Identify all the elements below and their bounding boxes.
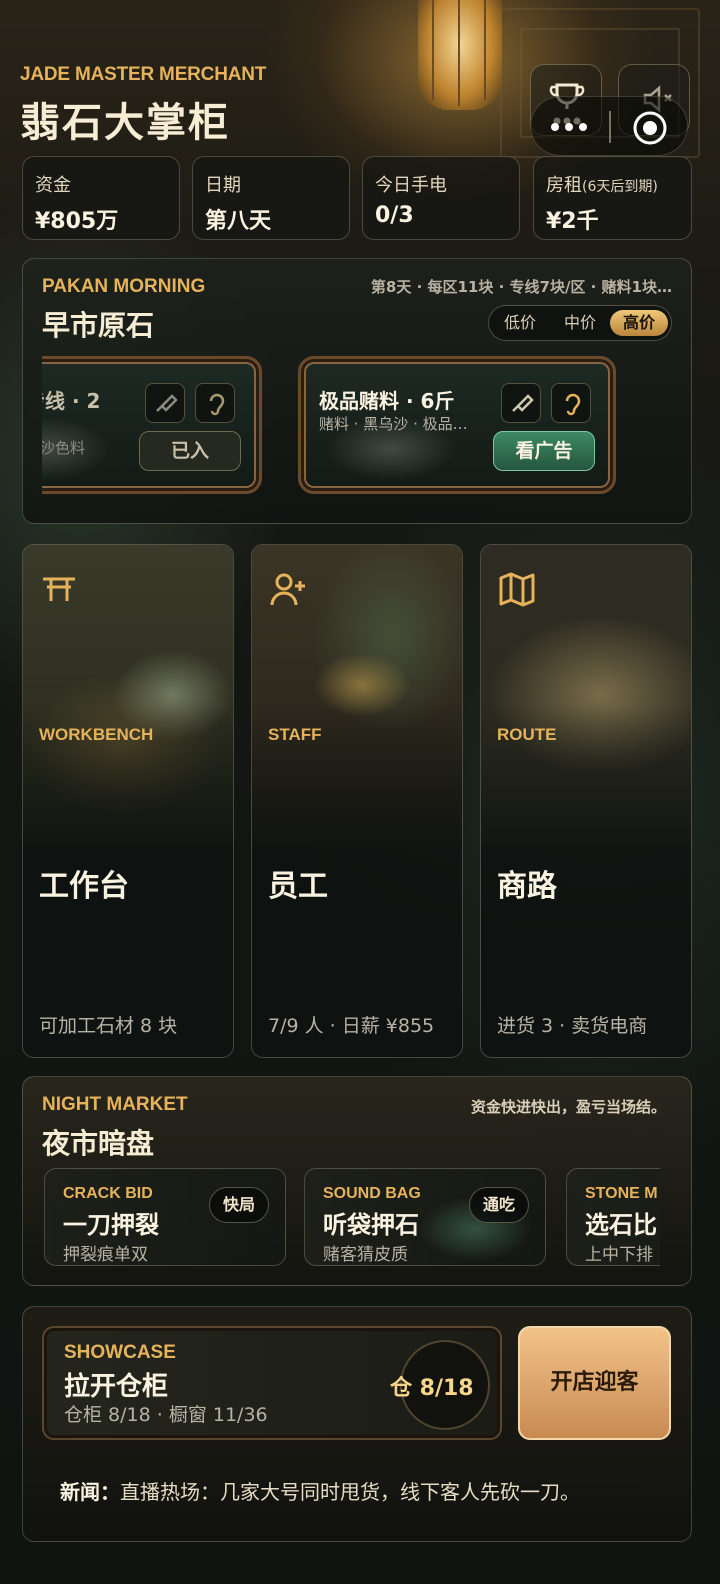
stat-label: 今日手电	[375, 175, 447, 196]
showcase-button[interactable]: SHOWCASE 拉开仓柜 仓柜 8/18 · 橱窗 11/36 仓 8/18	[42, 1326, 502, 1440]
section-subtitle: NIGHT MARKET	[42, 1094, 188, 1115]
feature-title: 商路	[497, 869, 557, 904]
floating-menu-button[interactable]	[530, 96, 688, 156]
mode-tag: 快局	[209, 1187, 269, 1223]
mode-tag: 通吃	[469, 1187, 529, 1223]
stone-title: 专线 · 2	[42, 389, 101, 413]
mode-desc: 赌客猜皮质	[323, 1245, 408, 1265]
feature-title: 工作台	[39, 869, 129, 904]
map-icon	[499, 572, 535, 607]
listen-button[interactable]	[551, 383, 591, 423]
menu-divider	[609, 111, 611, 143]
section-title: 早市原石	[42, 309, 155, 342]
feature-subtitle: ROUTE	[497, 725, 557, 744]
staff-card[interactable]: STAFF 员工 7/9 人 · 日薪 ¥855	[251, 544, 463, 1058]
section-subtitle: PAKAN MORNING	[42, 276, 206, 297]
price-tier-selector: 低价 中价 高价	[488, 305, 672, 341]
listen-button[interactable]	[195, 383, 235, 423]
tier-low[interactable]: 低价	[491, 310, 549, 336]
stone-desc: 赌料 · 黑乌沙 · 极品…	[319, 415, 468, 433]
stat-label: 资金	[35, 175, 71, 196]
workbench-card[interactable]: WORKBENCH 工作台 可加工石材 8 块	[22, 544, 234, 1058]
stone-card[interactable]: 极品赌料 · 6斤 赌料 · 黑乌沙 · 极品… 看广告	[298, 356, 616, 494]
mode-subtitle: STONE M	[585, 1185, 658, 1202]
workbench-icon	[43, 577, 75, 601]
stat-value: ¥805万	[35, 209, 119, 234]
mode-desc: 押裂痕单双	[63, 1245, 148, 1265]
storage-count: 仓 8/18	[390, 1376, 474, 1401]
news-ticker: 新闻：直播热场：几家大号同时甩货，线下客人先砍一刀。	[60, 1476, 672, 1505]
stat-value: ¥2千	[546, 209, 599, 234]
mode-card[interactable]: STONE M 选石比 上中下排	[566, 1168, 660, 1266]
showcase-subtitle: SHOWCASE	[64, 1342, 176, 1363]
rent-due-note: (6天后到期)	[582, 179, 658, 195]
tier-mid[interactable]: 中价	[551, 310, 609, 336]
stone-desc: 乌沙色料	[42, 439, 86, 457]
brand-english: JADE MASTER MERCHANT	[20, 64, 267, 85]
news-label: 新闻：	[60, 1480, 120, 1504]
mode-card[interactable]: SOUND BAG 听袋押石 赌客猜皮质 通吃	[304, 1168, 546, 1266]
feature-detail: 可加工石材 8 块	[39, 1015, 178, 1037]
close-target-icon	[633, 111, 667, 145]
night-info: 资金快进快出，盈亏当场结。	[470, 1098, 666, 1116]
feature-detail: 进货 3 · 卖货电商	[497, 1015, 648, 1037]
flashlight-icon	[156, 394, 178, 412]
ear-icon	[565, 393, 581, 416]
game-title: 翡石大掌柜	[20, 100, 230, 146]
flashlight-button[interactable]	[501, 383, 541, 423]
add-staff-icon	[270, 573, 305, 606]
market-info: 第8天 · 每区11块 · 专线7块/区 · 赌料1块…	[370, 278, 672, 296]
stat-value: 0/3	[375, 203, 414, 228]
mode-title: 选石比	[585, 1211, 657, 1239]
stat-label: 房租	[546, 175, 582, 196]
showcase-title: 拉开仓柜	[64, 1372, 169, 1402]
stone-title: 极品赌料 · 6斤	[319, 389, 455, 413]
news-text: 直播热场：几家大号同时甩货，线下客人先砍一刀。	[120, 1480, 580, 1504]
feature-subtitle: STAFF	[268, 725, 322, 744]
section-title: 夜市暗盘	[42, 1127, 155, 1160]
lantern-icon	[418, 0, 502, 110]
stock-in-button[interactable]: 已入	[139, 431, 241, 471]
open-shop-button[interactable]: 开店迎客	[518, 1326, 671, 1440]
mode-card[interactable]: CRACK BID 一刀押裂 押裂痕单双 快局	[44, 1168, 286, 1266]
feature-detail: 7/9 人 · 日薪 ¥855	[268, 1015, 435, 1037]
stone-card[interactable]: 专线 · 2 乌沙色料 已入	[42, 356, 262, 494]
stat-rent: 房租(6天后到期) ¥2千	[533, 156, 692, 240]
stat-value: 第八天	[205, 209, 272, 234]
flashlight-button[interactable]	[145, 383, 185, 423]
stat-label: 日期	[205, 175, 241, 196]
stat-flashlight: 今日手电 0/3	[362, 156, 520, 240]
ear-icon	[209, 393, 225, 416]
stone-carousel[interactable]: 专线 · 2 乌沙色料 已入 极品赌料 · 6斤 赌料 · 黑乌沙 · 极品… …	[42, 350, 672, 500]
watch-ad-button[interactable]: 看广告	[493, 431, 595, 471]
stat-date: 日期 第八天	[192, 156, 350, 240]
flashlight-icon	[512, 394, 534, 412]
stat-funds: 资金 ¥805万	[22, 156, 180, 240]
mode-desc: 上中下排	[585, 1245, 653, 1265]
feature-title: 员工	[268, 869, 328, 904]
night-mode-carousel[interactable]: CRACK BID 一刀押裂 押裂痕单双 快局 SOUND BAG 听袋押石 赌…	[42, 1160, 660, 1272]
tier-high[interactable]: 高价	[610, 310, 668, 336]
feature-subtitle: WORKBENCH	[39, 725, 154, 744]
route-card[interactable]: ROUTE 商路 进货 3 · 卖货电商	[480, 544, 692, 1058]
more-dots-icon	[551, 123, 587, 131]
showcase-detail: 仓柜 8/18 · 橱窗 11/36	[64, 1404, 268, 1426]
